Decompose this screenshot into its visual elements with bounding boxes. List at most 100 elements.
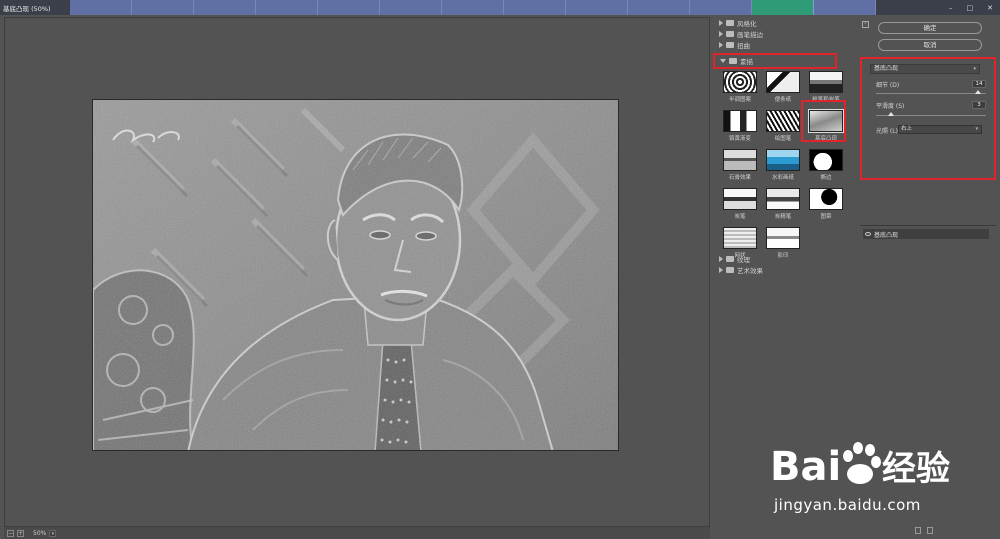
detail-row: 细节 (D) 14 — [876, 80, 986, 90]
triangle-right-icon — [719, 30, 723, 37]
light-label: 光照 (L) — [876, 128, 898, 135]
detail-slider-handle[interactable] — [975, 90, 982, 94]
filter-thumbnail-label: 图章 — [820, 214, 832, 220]
filter-settings-highlight: 基底凸现 ▾ 细节 (D) 14 平滑度 (S) 3 光照 (L) 右上 ▾ — [860, 57, 996, 180]
filter-select-value: 基底凸现 — [874, 65, 899, 72]
filter-thumbnail-image — [809, 71, 843, 93]
status-bar: − + 50% ▾ — [4, 527, 710, 539]
minimize-icon[interactable]: – — [949, 4, 953, 12]
filter-thumbnail-image — [766, 71, 800, 93]
browser-tab[interactable] — [504, 0, 566, 15]
filter-thumbnail-label: 便条纸 — [774, 97, 792, 103]
folder-sketch[interactable]: 素描 — [713, 53, 837, 69]
filter-thumbnail-label: 水彩画纸 — [771, 175, 794, 181]
settings-panel: ⌃ 确定 取消 基底凸现 ▾ 细节 (D) 14 平滑度 (S) 3 光照 (L… — [857, 17, 1000, 539]
filter-thumbnail-image — [723, 227, 757, 249]
filter-thumbnail-image — [766, 110, 800, 132]
maximize-icon[interactable]: □ — [967, 4, 974, 12]
triangle-right-icon — [719, 41, 723, 48]
filter-thumbnail[interactable]: 图章 — [806, 188, 846, 221]
folder-brush-strokes[interactable]: 画笔描边 — [716, 28, 848, 39]
triangle-right-icon — [719, 255, 723, 262]
browser-tab[interactable] — [256, 0, 318, 15]
layer-footer — [915, 527, 933, 534]
chevron-down-icon: ▾ — [975, 126, 978, 132]
zoom-level[interactable]: 50% — [33, 530, 46, 537]
folder-label: 艺术效果 — [737, 266, 763, 275]
smoothness-label: 平滑度 (S) — [876, 103, 905, 110]
browser-tab[interactable] — [442, 0, 504, 15]
bas-relief-photo — [93, 100, 618, 450]
browser-tab[interactable] — [814, 0, 876, 15]
filter-thumbnail[interactable]: 铬黄渐变 — [720, 110, 760, 143]
smoothness-slider[interactable] — [876, 112, 986, 116]
browser-tab[interactable] — [132, 0, 194, 15]
browser-tab[interactable] — [70, 0, 132, 15]
folder-icon — [726, 30, 734, 37]
browser-tab[interactable] — [380, 0, 442, 15]
browser-tab[interactable] — [628, 0, 690, 15]
filter-thumbnail[interactable]: 石膏效果 — [720, 149, 760, 182]
browser-tab[interactable] — [318, 0, 380, 15]
folder-distort[interactable]: 扭曲 — [716, 39, 848, 50]
folder-open-icon — [729, 58, 737, 64]
folders-bottom: 纹理 艺术效果 — [716, 253, 848, 275]
folder-icon — [726, 41, 734, 48]
smoothness-slider-handle[interactable] — [888, 112, 895, 116]
filter-thumbnail-label: 炭笔 — [734, 214, 746, 220]
filter-thumbnail-image — [766, 188, 800, 210]
filter-thumbnail-image — [723, 188, 757, 210]
detail-input[interactable]: 14 — [972, 80, 986, 88]
folder-texture[interactable]: 纹理 — [716, 253, 848, 264]
folder-artistic[interactable]: 艺术效果 — [716, 264, 848, 275]
filter-thumbnail-label: 半调图案 — [728, 97, 751, 103]
triangle-right-icon — [719, 266, 723, 273]
folder-label: 素描 — [740, 58, 753, 66]
window-controls: – □ ✕ — [942, 0, 1000, 15]
collapse-icon[interactable]: ⌃ — [862, 21, 869, 28]
effect-layer-row[interactable]: 基底凸现 — [863, 229, 989, 239]
light-direction-select[interactable]: 右上 ▾ — [898, 125, 982, 134]
filter-thumbnail-image — [766, 149, 800, 171]
title-bar: 基底凸现 (50%) – □ ✕ — [0, 0, 1000, 15]
filter-select[interactable]: 基底凸现 ▾ — [870, 64, 980, 74]
eye-icon[interactable] — [865, 232, 871, 236]
cancel-button[interactable]: 取消 — [878, 39, 982, 51]
preview-area[interactable] — [4, 17, 710, 527]
folder-icon — [726, 255, 734, 262]
browser-tab[interactable] — [752, 0, 814, 15]
zoom-dropdown[interactable]: ▾ — [49, 529, 57, 537]
folder-label: 纹理 — [737, 255, 750, 264]
filter-thumbnail[interactable]: 炭笔 — [720, 188, 760, 221]
filter-thumbnail[interactable]: 绘图笔 — [763, 110, 803, 143]
trash-icon[interactable] — [927, 527, 933, 534]
preview-image[interactable] — [92, 99, 619, 451]
filter-thumbnail-image — [723, 71, 757, 93]
browser-tabs — [70, 0, 942, 15]
zoom-in-button[interactable]: + — [17, 529, 24, 537]
browser-tab[interactable] — [690, 0, 752, 15]
minus-icon: − — [8, 529, 14, 537]
filter-thumbnail-image — [809, 149, 843, 171]
ok-button[interactable]: 确定 — [878, 22, 982, 34]
effect-layers: 基底凸现 — [860, 225, 996, 530]
browser-tab[interactable] — [566, 0, 628, 15]
filter-thumbnail[interactable]: 便条纸 — [763, 71, 803, 104]
triangle-right-icon — [719, 19, 723, 26]
filter-thumbnail-label: 铬黄渐变 — [728, 136, 751, 142]
zoom-out-button[interactable]: − — [7, 529, 14, 537]
folder-stylize[interactable]: 风格化 — [716, 17, 848, 28]
filter-thumbnail[interactable]: 撕边 — [806, 149, 846, 182]
filter-thumbnail-label: 绘图笔 — [774, 136, 792, 142]
filter-thumbnail-label: 撕边 — [820, 175, 832, 181]
chevron-down-icon: ▾ — [51, 530, 55, 537]
filter-thumbnail[interactable]: 炭精笔 — [763, 188, 803, 221]
new-layer-icon[interactable] — [915, 527, 921, 534]
close-icon[interactable]: ✕ — [987, 4, 993, 12]
smoothness-row: 平滑度 (S) 3 — [876, 101, 986, 111]
browser-tab[interactable] — [194, 0, 256, 15]
smoothness-input[interactable]: 3 — [972, 101, 986, 109]
detail-slider[interactable] — [876, 90, 986, 94]
filter-thumbnail[interactable]: 水彩画纸 — [763, 149, 803, 182]
filter-thumbnail[interactable]: 半调图案 — [720, 71, 760, 104]
